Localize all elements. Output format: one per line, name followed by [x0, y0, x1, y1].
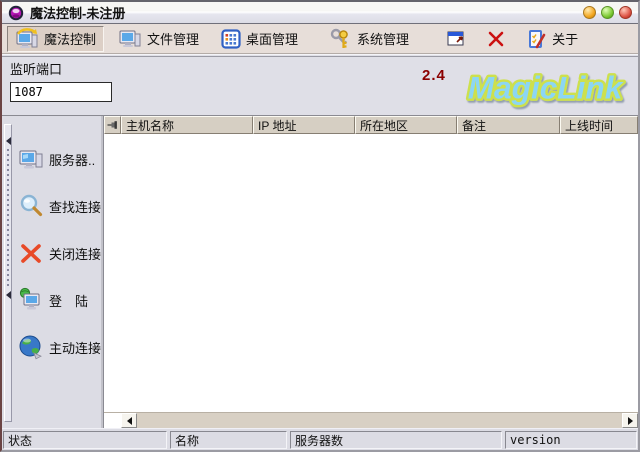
minimize-button[interactable] — [583, 6, 596, 19]
login-icon — [18, 287, 44, 313]
about-notepad-icon — [527, 28, 547, 50]
column-header-region[interactable]: 所在地区 — [355, 116, 457, 134]
window-icon — [447, 31, 465, 47]
settings-panel: 监听端口 2.4 MagicLink — [2, 54, 638, 116]
column-header-online-time[interactable]: 上线时间 — [560, 116, 638, 134]
column-header-hostname[interactable]: 主机名称 — [121, 116, 253, 134]
horizontal-scrollbar — [104, 412, 638, 428]
status-panel-version: version — [505, 431, 637, 449]
sidebar-item-label: 服务器.. — [49, 150, 95, 169]
toolbar-button-window[interactable] — [439, 26, 473, 52]
sidebar-item-label: 主动连接 — [49, 338, 101, 357]
toolbar-label: 关于 — [552, 29, 578, 48]
desktop-manager-icon — [221, 29, 241, 49]
toolbar-button-about[interactable]: 关于 — [519, 26, 586, 52]
version-text: 2.4 — [422, 67, 446, 84]
host-list-header: 主机名称 IP 地址 所在地区 备注 上线时间 — [104, 116, 638, 134]
column-header-ip[interactable]: IP 地址 — [253, 116, 355, 134]
toolbar-label: 文件管理 — [147, 29, 199, 48]
close-x-icon — [487, 30, 505, 48]
status-panel-name: 名称 — [170, 431, 287, 449]
system-manager-icon — [328, 27, 352, 51]
sidebar-item-label: 查找连接 — [49, 197, 101, 216]
toolbar-label: 系统管理 — [357, 29, 409, 48]
sidebar-item-active-connect[interactable]: 主动连接 — [18, 334, 101, 360]
title-bar: 魔法控制-未注册 — [2, 2, 638, 24]
arrow-right-icon — [628, 417, 633, 425]
toolbar-label: 桌面管理 — [246, 29, 298, 48]
window-controls — [583, 6, 632, 19]
sidebar-item-server[interactable]: 服务器.. — [18, 146, 101, 172]
magic-control-icon — [15, 27, 39, 51]
close-connection-icon — [18, 240, 44, 266]
collapse-arrow-icon — [6, 291, 11, 299]
scroll-right-button[interactable] — [622, 413, 638, 428]
sidebar: 服务器.. 查找连接 关闭连接 — [2, 116, 101, 428]
app-magic-ball-icon — [8, 5, 24, 21]
scroll-left-button[interactable] — [121, 413, 137, 428]
host-list: 主机名称 IP 地址 所在地区 备注 上线时间 — [103, 116, 638, 428]
sidebar-collapse-grip[interactable] — [4, 124, 12, 422]
sidebar-item-label: 登 陆 — [49, 291, 88, 310]
status-bar: 状态 名称 服务器数 version — [2, 428, 638, 450]
pin-header-button[interactable] — [104, 116, 121, 134]
app-window: 魔法控制-未注册 魔法控制 — [0, 0, 640, 452]
close-button[interactable] — [619, 6, 632, 19]
status-panel-server-count: 服务器数 — [290, 431, 502, 449]
server-icon — [18, 146, 44, 172]
column-header-remark[interactable]: 备注 — [457, 116, 560, 134]
maximize-button[interactable] — [601, 6, 614, 19]
magiclink-logo: MagicLink — [454, 59, 636, 113]
listen-port-input[interactable] — [10, 82, 112, 102]
sidebar-item-label: 关闭连接 — [49, 244, 101, 263]
scrollbar-corner — [104, 413, 121, 428]
pushpin-icon — [107, 119, 119, 131]
grip-dots — [7, 149, 9, 287]
sidebar-item-find-connection[interactable]: 查找连接 — [18, 193, 101, 219]
logo-text: MagicLink — [468, 69, 624, 105]
host-list-body[interactable] — [104, 134, 638, 412]
listen-port-label: 监听端口 — [10, 59, 68, 78]
toolbar-button-system-manager[interactable]: 系统管理 — [320, 26, 417, 52]
collapse-arrow-icon — [6, 137, 11, 145]
toolbar: 魔法控制 文件管理 — [2, 24, 638, 54]
sidebar-item-login[interactable]: 登 陆 — [18, 287, 101, 313]
sidebar-item-close-connection[interactable]: 关闭连接 — [18, 240, 101, 266]
status-panel-state: 状态 — [3, 431, 167, 449]
scrollbar-track[interactable] — [137, 413, 622, 428]
main-area: 服务器.. 查找连接 关闭连接 — [2, 116, 638, 428]
toolbar-label: 魔法控制 — [44, 29, 96, 48]
window-title: 魔法控制-未注册 — [30, 3, 577, 22]
toolbar-button-close-x[interactable] — [479, 26, 513, 52]
file-manager-icon — [118, 27, 142, 51]
toolbar-button-desktop-manager[interactable]: 桌面管理 — [213, 26, 306, 52]
toolbar-button-magic-control[interactable]: 魔法控制 — [7, 26, 104, 52]
search-icon — [18, 193, 44, 219]
arrow-left-icon — [127, 417, 132, 425]
active-connect-icon — [18, 334, 44, 360]
toolbar-button-file-manager[interactable]: 文件管理 — [110, 26, 207, 52]
sidebar-actions: 服务器.. 查找连接 关闭连接 — [12, 120, 101, 428]
